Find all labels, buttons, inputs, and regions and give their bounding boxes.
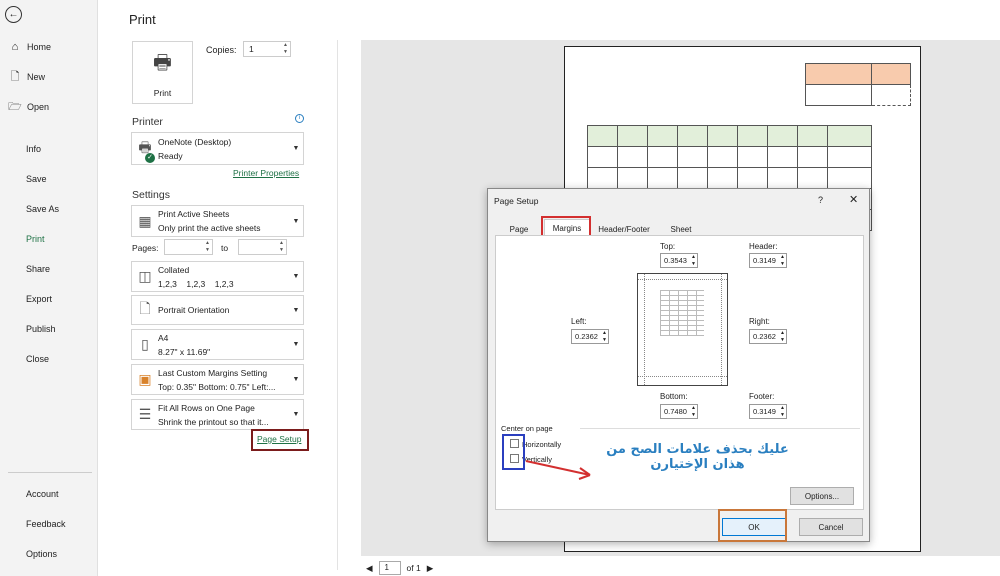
back-icon[interactable]: ← (5, 6, 22, 23)
spin-arrows-icon[interactable]: ▲ ▼ (780, 405, 785, 419)
settings-section-title: Settings (132, 189, 170, 201)
pages-to-label: to (221, 243, 229, 253)
collated-pages-icon: ◫ (138, 268, 152, 284)
nav-home[interactable]: ⌂ Home (0, 37, 98, 57)
annotation-text: عليك بحذف علامات الصح من هذان الإختيارن (606, 442, 789, 472)
copies-label: Copies: (206, 45, 237, 55)
tab-sheet[interactable]: Sheet (664, 222, 698, 236)
nav-close[interactable]: Close (0, 349, 98, 369)
new-document-icon: 🗋 (10, 70, 20, 83)
info-icon[interactable]: i (295, 114, 304, 123)
spin-arrows-icon[interactable]: ▲ ▼ (283, 42, 288, 56)
margin-preview-page (637, 273, 728, 386)
nav-open[interactable]: 🗁 Open (0, 97, 98, 117)
spin-arrows-icon[interactable]: ▲ ▼ (780, 330, 785, 344)
nav-new[interactable]: 🗋 New (0, 67, 98, 87)
spin-arrows-icon[interactable]: ▲ ▼ (780, 254, 785, 268)
horizontally-label: Horizontally (522, 440, 562, 449)
nav-options[interactable]: Options (0, 544, 98, 564)
chevron-down-icon: ▼ (292, 411, 300, 418)
page-setup-dialog: Page Setup ? ✕ Page Margins Header/Foote… (487, 188, 870, 542)
printer-ready-icon: 🖶 ✓ (132, 137, 158, 163)
paper-size-icon: ▯ (141, 336, 149, 352)
nav-publish[interactable]: Publish (0, 319, 98, 339)
orientation-dropdown[interactable]: 🗋 Portrait Orientation ▼ (131, 295, 304, 325)
top-margin-label: Top: (660, 242, 676, 251)
folder-icon: 🗁 (8, 100, 22, 113)
chevron-down-icon: ▼ (292, 145, 300, 152)
tab-header-footer[interactable]: Header/Footer (594, 222, 654, 236)
spin-arrows-icon[interactable]: ▲ ▼ (691, 405, 696, 419)
spin-arrows-icon[interactable]: ▲ ▼ (602, 330, 607, 344)
pages-label: Pages: (132, 243, 159, 253)
annotation-arrow (525, 460, 591, 480)
group-divider (580, 428, 860, 429)
header-margin-label: Header: (749, 242, 778, 251)
nav-share[interactable]: Share (0, 259, 98, 279)
pages-to-input[interactable]: ▲ ▼ (238, 239, 287, 255)
chevron-down-icon: ▼ (292, 376, 300, 383)
margins-dropdown[interactable]: ▣ Last Custom Margins Setting Top: 0.35" … (131, 364, 304, 395)
printer-properties-link[interactable]: Printer Properties (233, 168, 299, 178)
nav-divider (8, 472, 92, 473)
page-navigator: ◀ 1 of 1 ▶ (366, 561, 433, 575)
print-what-dropdown[interactable]: ▦ Print Active Sheets Only print the acti… (131, 205, 304, 237)
panel-divider (337, 40, 338, 570)
nav-account[interactable]: Account (0, 484, 98, 504)
top-margin-input[interactable]: 0.3543 ▲ ▼ (660, 253, 698, 268)
options-button[interactable]: Options... (790, 487, 854, 505)
custom-margins-icon: ▣ (138, 371, 152, 387)
right-margin-input[interactable]: 0.2362 ▲ ▼ (749, 329, 787, 344)
portrait-page-icon: 🗋 (139, 300, 151, 316)
printer-icon: 🖶 (153, 51, 172, 74)
footer-margin-input[interactable]: 0.3149 ▲ ▼ (749, 404, 787, 419)
spin-arrows-icon[interactable]: ▲ ▼ (205, 240, 210, 254)
nav-export[interactable]: Export (0, 289, 98, 309)
page-title: Print (129, 12, 156, 27)
nav-feedback[interactable]: Feedback (0, 514, 98, 534)
printer-section-title: Printer (132, 116, 163, 128)
header-margin-input[interactable]: 0.3149 ▲ ▼ (749, 253, 787, 268)
fit-rows-icon: ☰ (138, 406, 152, 422)
home-icon: ⌂ (11, 41, 19, 53)
scaling-dropdown[interactable]: ☰ Fit All Rows on One Page Shrink the pri… (131, 399, 304, 430)
spin-arrows-icon[interactable]: ▲ ▼ (279, 240, 284, 254)
chevron-down-icon: ▼ (292, 341, 300, 348)
chevron-down-icon: ▼ (292, 306, 300, 314)
help-icon[interactable]: ? (818, 195, 823, 205)
collation-dropdown[interactable]: ◫ Collated 1,2,3 1,2,3 1,2,3 ▼ (131, 261, 304, 292)
nav-save-as[interactable]: Save As (0, 199, 98, 219)
page-setup-link[interactable]: Page Setup (257, 434, 301, 444)
nav-print[interactable]: Print (0, 229, 98, 249)
left-margin-input[interactable]: 0.2362 ▲ ▼ (571, 329, 609, 344)
page-number-input[interactable]: 1 (378, 561, 401, 575)
spin-arrows-icon[interactable]: ▲ ▼ (691, 254, 696, 268)
right-margin-label: Right: (749, 317, 770, 326)
nav-save[interactable]: Save (0, 169, 98, 189)
pages-from-input[interactable]: ▲ ▼ (164, 239, 213, 255)
page-count: of 1 (406, 563, 421, 573)
next-page-icon[interactable]: ▶ (427, 563, 434, 574)
sheet-grid-icon: ▦ (138, 212, 152, 229)
copies-stepper[interactable]: 1 ▲ ▼ (243, 41, 291, 57)
printer-dropdown[interactable]: 🖶 ✓ OneNote (Desktop) Ready ▼ (131, 132, 304, 165)
cancel-button[interactable]: Cancel (799, 518, 863, 536)
paper-size-dropdown[interactable]: ▯ A4 8.27" x 11.69" ▼ (131, 329, 304, 360)
bottom-margin-label: Bottom: (660, 392, 688, 401)
left-margin-label: Left: (571, 317, 587, 326)
chevron-down-icon: ▼ (292, 273, 300, 280)
close-icon[interactable]: ✕ (849, 193, 858, 206)
dialog-title: Page Setup (494, 196, 539, 206)
tab-page[interactable]: Page (502, 222, 536, 236)
preview-header-table (805, 63, 911, 106)
previous-page-icon[interactable]: ◀ (366, 563, 373, 574)
footer-margin-label: Footer: (749, 392, 775, 401)
center-on-page-label: Center on page (501, 424, 553, 433)
nav-info[interactable]: Info (0, 139, 98, 159)
bottom-margin-input[interactable]: 0.7480 ▲ ▼ (660, 404, 698, 419)
chevron-down-icon: ▼ (292, 217, 300, 225)
ok-highlight (718, 509, 787, 542)
print-button[interactable]: 🖶 Print (132, 41, 193, 104)
backstage-nav: ← ⌂ Home 🗋 New 🗁 Open Info Save Save As Pri… (0, 0, 98, 576)
